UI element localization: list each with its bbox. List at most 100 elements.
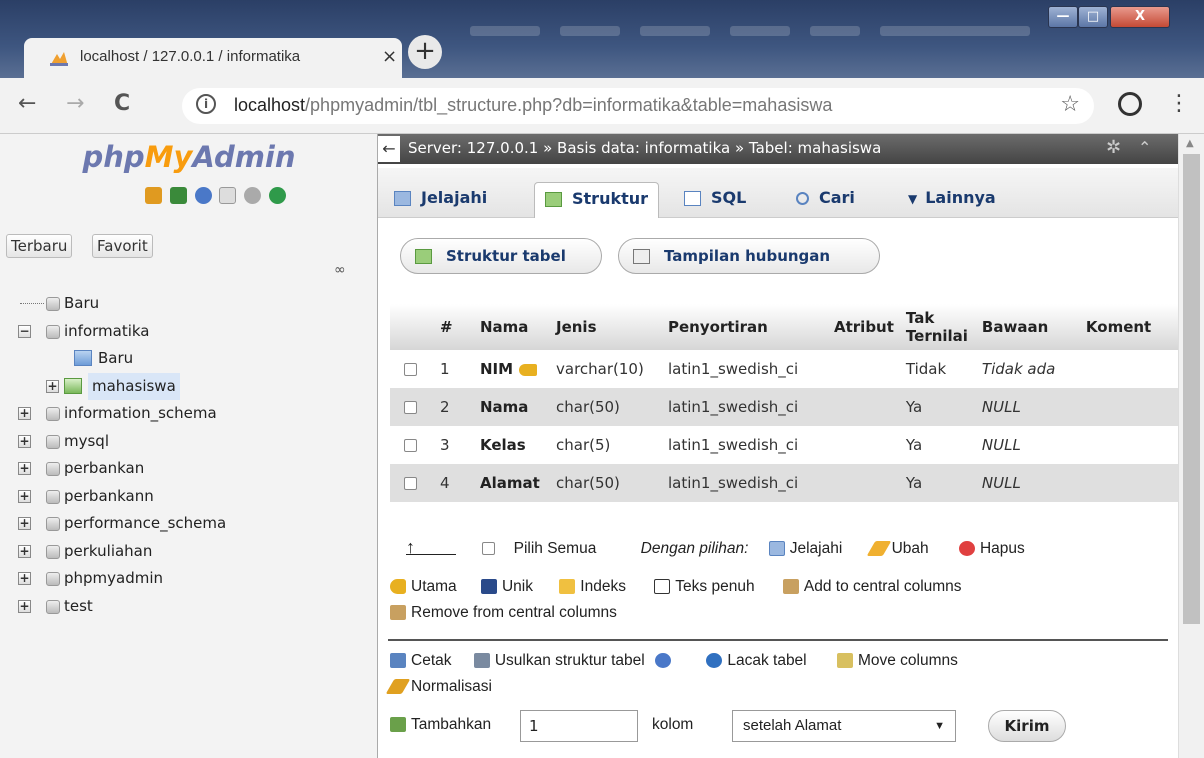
structure-icon: [545, 192, 562, 207]
expand-icon[interactable]: +: [18, 489, 31, 503]
bookmark-star-icon[interactable]: ☆: [1060, 92, 1080, 117]
primary-link[interactable]: Utama: [411, 578, 457, 595]
docs-icon[interactable]: [219, 187, 237, 204]
scroll-up-icon[interactable]: ▲: [1186, 138, 1194, 149]
database-icon: [46, 599, 60, 614]
row-checkbox[interactable]: [404, 477, 417, 490]
submit-button[interactable]: Kirim: [988, 710, 1066, 742]
tab-search[interactable]: Cari: [786, 182, 865, 218]
tree-item-mahasiswa[interactable]: + mahasiswa: [18, 372, 378, 401]
tree-item-perbankan[interactable]: + perbankan: [18, 455, 378, 483]
collapse-header-icon[interactable]: ⌃: [1138, 134, 1151, 162]
link-with-main-panel-icon[interactable]: ∞: [334, 262, 346, 278]
tree-item-information-schema[interactable]: + information_schema: [18, 400, 378, 428]
tree-item-perbankann[interactable]: + perbankann: [18, 483, 378, 511]
info-icon[interactable]: i: [196, 94, 216, 114]
expand-icon[interactable]: +: [18, 434, 31, 448]
row-checkbox[interactable]: [404, 363, 417, 376]
column-header[interactable]: Penyortiran: [662, 304, 828, 350]
minimize-button[interactable]: —: [1048, 6, 1078, 28]
blurred-menu: [470, 26, 540, 36]
help-icon[interactable]: [655, 653, 672, 669]
expand-icon[interactable]: +: [18, 462, 31, 475]
profile-icon[interactable]: [1118, 92, 1142, 116]
bulk-drop-link[interactable]: Hapus: [980, 540, 1025, 557]
column-comment: [1079, 426, 1178, 464]
tab-browse[interactable]: Jelajahi: [384, 182, 497, 218]
column-header[interactable]: Atribut: [828, 304, 900, 350]
help-icon[interactable]: [194, 187, 212, 204]
column-header[interactable]: Tak Ternilai: [899, 304, 976, 350]
column-header[interactable]: Nama: [474, 304, 550, 350]
column-position-select[interactable]: setelah Alamat ▼: [732, 710, 956, 742]
tree-item-mysql[interactable]: + mysql: [18, 428, 378, 456]
tab-structure[interactable]: Struktur: [534, 182, 660, 218]
reload-navigation-icon[interactable]: [268, 187, 286, 204]
logout-icon[interactable]: [169, 187, 187, 204]
unique-link[interactable]: Unik: [502, 578, 533, 595]
tree-item-new[interactable]: Baru: [18, 290, 378, 318]
tab-more[interactable]: ▼ Lainnya: [898, 182, 1006, 218]
bulk-change-link[interactable]: Ubah: [892, 540, 929, 557]
tab-sql[interactable]: SQL: [674, 182, 756, 218]
back-arrow-icon[interactable]: ←: [18, 90, 36, 118]
toggle-sidebar-icon[interactable]: ←: [378, 136, 400, 162]
favorite-tables-button[interactable]: Favorit: [92, 234, 153, 258]
column-header[interactable]: Jenis: [550, 304, 662, 350]
tree-item-test[interactable]: + test: [18, 593, 378, 621]
fulltext-link[interactable]: Teks penuh: [675, 578, 754, 595]
settings-gear-icon[interactable]: ✲: [1106, 134, 1121, 162]
logo-php: php: [82, 140, 145, 174]
scrollbar-thumb[interactable]: [1183, 154, 1200, 624]
add-central-link[interactable]: Add to central columns: [804, 578, 962, 595]
column-null: Ya: [899, 464, 976, 502]
expand-icon[interactable]: +: [18, 517, 31, 530]
collapse-icon[interactable]: −: [18, 324, 31, 338]
expand-icon[interactable]: +: [18, 407, 31, 420]
address-bar[interactable]: i localhost/phpmyadmin/tbl_structure.php…: [182, 88, 1094, 124]
column-header[interactable]: Bawaan: [975, 304, 1080, 350]
tree-item-new-table[interactable]: Baru: [18, 345, 378, 373]
browser-tab[interactable]: localhost / 127.0.0.1 / informatika ×: [24, 38, 402, 78]
index-link[interactable]: Indeks: [580, 578, 626, 595]
check-all-checkbox[interactable]: [482, 542, 496, 556]
row-checkbox[interactable]: [404, 439, 417, 452]
tree-item-phpmyadmin[interactable]: + phpmyadmin: [18, 565, 378, 593]
add-label: Tambahkan: [411, 716, 492, 733]
track-table-link[interactable]: Lacak tabel: [727, 652, 806, 669]
move-columns-link[interactable]: Move columns: [858, 652, 958, 669]
maximize-button[interactable]: □: [1078, 6, 1108, 28]
bulk-browse-link[interactable]: Jelajahi: [790, 540, 843, 557]
table-structure-button[interactable]: Struktur tabel: [400, 238, 602, 274]
propose-structure-link[interactable]: Usulkan struktur tabel: [495, 652, 645, 669]
expand-icon[interactable]: +: [18, 599, 31, 613]
recent-tables-button[interactable]: Terbaru: [6, 234, 73, 258]
tree-item-perkuliahan[interactable]: + perkuliahan: [18, 538, 378, 566]
main-scrollbar[interactable]: ▲: [1178, 134, 1204, 758]
expand-icon[interactable]: +: [18, 544, 31, 558]
row-checkbox[interactable]: [404, 401, 417, 414]
tree-item-informatika[interactable]: − informatika: [18, 318, 378, 346]
column-count-input[interactable]: 1: [520, 710, 638, 742]
navigation-sidebar: phpMyAdmin Terbaru Favorit ∞ Baru − info…: [0, 134, 378, 758]
reload-icon[interactable]: C: [114, 90, 130, 118]
settings-gear-icon[interactable]: [244, 187, 262, 204]
new-tab-button[interactable]: +: [408, 35, 442, 69]
relation-view-button[interactable]: Tampilan hubungan: [618, 238, 880, 274]
remove-central-link[interactable]: Remove from central columns: [411, 604, 617, 621]
column-header[interactable]: Koment: [1079, 304, 1178, 350]
url-path: /phpmyadmin/tbl_structure.php?db=informa…: [305, 95, 833, 115]
expand-icon[interactable]: +: [46, 379, 59, 393]
phpmyadmin-logo[interactable]: phpMyAdmin: [0, 140, 378, 174]
expand-icon[interactable]: +: [18, 572, 31, 585]
print-link[interactable]: Cetak: [411, 652, 452, 669]
close-window-button[interactable]: X: [1110, 6, 1170, 28]
close-tab-icon[interactable]: ×: [382, 48, 397, 66]
home-icon[interactable]: [145, 187, 162, 204]
check-all-label[interactable]: Pilih Semua: [514, 540, 597, 557]
tree-item-performance-schema[interactable]: + performance_schema: [18, 510, 378, 538]
normalize-link[interactable]: Normalisasi: [411, 678, 492, 695]
forward-arrow-icon[interactable]: →: [66, 90, 84, 118]
breadcrumb-text[interactable]: Server: 127.0.0.1 » Basis data: informat…: [408, 134, 881, 162]
menu-icon[interactable]: ⋮: [1168, 90, 1190, 118]
